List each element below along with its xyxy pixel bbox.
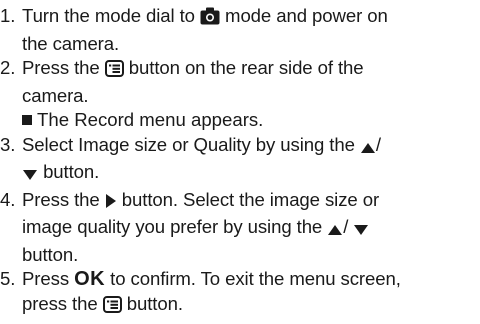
step-3: 3. Select Image size or Quality by using… [0, 133, 480, 161]
up-triangle-icon [327, 218, 343, 243]
menu-icon [102, 295, 122, 320]
step-number: 5. [0, 268, 16, 289]
step-1-cont: the camera. [0, 32, 480, 57]
step-number: 4. [0, 188, 16, 210]
ok-button-label: OK [74, 268, 106, 290]
step-text: Press [22, 268, 75, 289]
step-5: 5. Press OK to confirm. To exit the menu… [0, 267, 480, 292]
step-text: Press the [22, 188, 105, 210]
step-4: 4. Press the button. Select the image si… [0, 188, 480, 216]
step-text: Turn the mode dial to [22, 5, 200, 26]
step-4-cont-2: button. [0, 243, 480, 268]
step-text: image quality you prefer by using the [22, 216, 328, 237]
square-bullet-icon [22, 115, 32, 125]
step-4-cont: image quality you prefer by using the / [0, 215, 480, 243]
up-triangle-icon [360, 136, 376, 161]
right-triangle-icon [105, 191, 117, 216]
instruction-list: 1. Turn the mode dial to mode and power … [0, 4, 480, 319]
camera-icon [200, 7, 220, 32]
step-text: / [375, 133, 381, 155]
step-number: 3. [0, 133, 16, 155]
step-2: 2. Press the button on the rear side of … [0, 56, 480, 84]
step-3-cont: button. [0, 160, 480, 188]
down-triangle-icon [22, 163, 38, 188]
step-text: Press the [22, 57, 105, 78]
step-text: mode and power on [219, 5, 388, 26]
step-text: / [343, 216, 354, 237]
step-text: camera. [22, 84, 89, 106]
step-text: button. [121, 292, 183, 314]
step-2-cont: camera. [0, 84, 480, 109]
step-text: press the [22, 292, 103, 314]
step-2-note: The Record menu appears. [0, 108, 480, 133]
step-text: to confirm. To exit the menu screen, [105, 268, 401, 289]
step-text: Select Image size or Quality by using th… [22, 133, 360, 155]
step-text: the camera. [22, 32, 120, 54]
menu-icon [104, 59, 124, 84]
down-triangle-icon [353, 218, 369, 243]
step-text: button. Select the image size or [116, 188, 380, 210]
step-1: 1. Turn the mode dial to mode and power … [0, 4, 480, 32]
step-5-cont: press the button. [0, 292, 480, 320]
step-text: button on the rear side of the [123, 57, 364, 78]
note-text: The Record menu appears. [37, 109, 264, 130]
step-text: button. [22, 243, 79, 265]
step-text: button. [38, 161, 100, 182]
step-number: 1. [0, 5, 16, 26]
step-number: 2. [0, 57, 16, 78]
